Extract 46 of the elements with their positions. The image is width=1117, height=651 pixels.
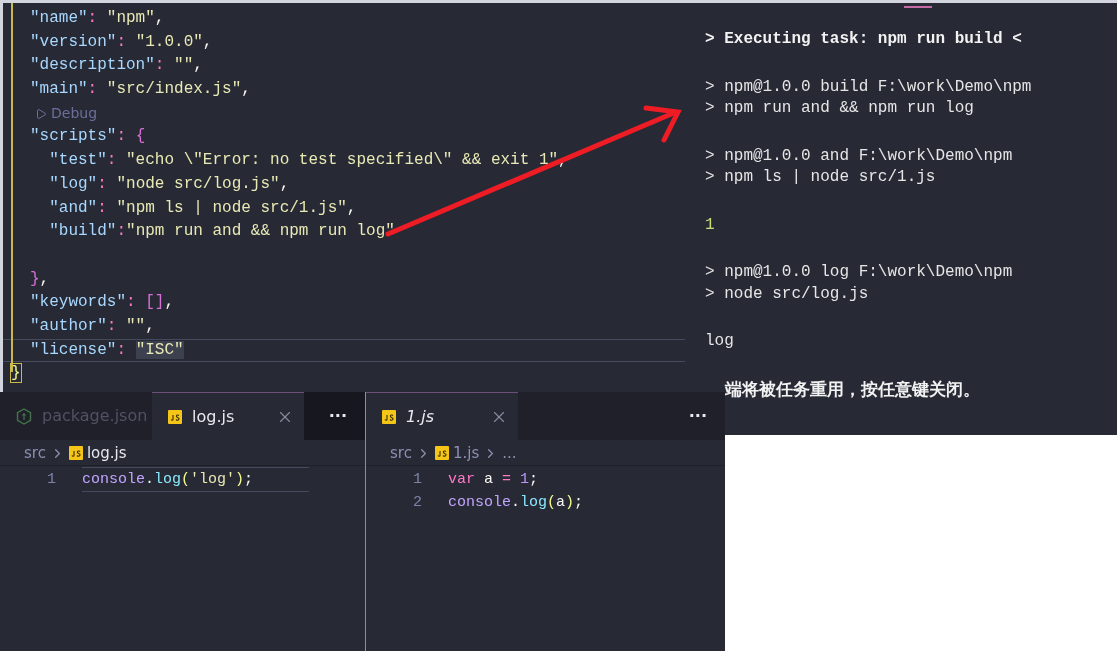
code-line: "keywords": [], <box>30 292 175 314</box>
debug-link[interactable]: Debug <box>51 101 98 126</box>
terminal-line: 端将被任务重用，按任意键关闭。 <box>723 378 981 400</box>
line-number: 2 <box>412 493 423 513</box>
breadcrumb-item[interactable]: 1.js <box>452 441 480 465</box>
line-number: 1 <box>46 470 57 490</box>
code-line: "version": "1.0.0", <box>30 31 213 53</box>
breadcrumb-item[interactable]: log.js <box>86 441 127 465</box>
terminal-line: > npm@1.0.0 and F:\work\Demo\npm <box>705 145 1014 167</box>
code-line: "name": "npm", <box>30 8 165 29</box>
play-icon <box>35 107 47 120</box>
terminal-line: > npm@1.0.0 log F:\work\Demo\npm <box>705 262 1014 283</box>
js-file-icon <box>382 409 396 424</box>
line-number: 1 <box>412 470 423 490</box>
js-file-icon <box>168 409 182 424</box>
editor-tab[interactable]: 1.js <box>366 392 518 440</box>
code-line: console.log('log'); <box>82 467 309 492</box>
terminal-line: > npm ls | node src/1.js <box>705 167 937 188</box>
more-actions-button[interactable]: ··· <box>328 404 347 428</box>
editor-tab[interactable]: log.js <box>152 392 304 440</box>
breadcrumb-item[interactable]: src <box>24 441 46 465</box>
code-line: } <box>11 363 21 385</box>
tab-indicator <box>904 6 932 8</box>
code-line: "license": "ISC" <box>30 339 184 361</box>
js-file-icon <box>68 446 83 460</box>
hexagon-icon <box>16 407 32 425</box>
breadcrumb-item[interactable]: src <box>390 441 412 465</box>
code-line: }, <box>30 268 50 290</box>
code-line: "and": "npm ls | node src/1.js", <box>48 197 357 219</box>
code-line: var a = 1; <box>448 470 539 490</box>
terminal-line: > node src/log.js <box>705 283 870 305</box>
code-line: "author": "", <box>30 315 155 337</box>
code-line: "main": "src/index.js", <box>30 79 251 101</box>
breadcrumb-item[interactable]: ... <box>502 441 517 465</box>
code-line: "description": "", <box>30 55 203 77</box>
terminal-line: > Executing task: npm run build < <box>705 29 1023 50</box>
terminal-line: 1 <box>705 214 716 236</box>
more-actions-button[interactable]: ··· <box>688 404 707 428</box>
code-line: "scripts": { <box>30 126 146 148</box>
terminal-line: log <box>705 331 735 352</box>
terminal-line: > npm@1.0.0 build F:\work\Demo\npm <box>705 76 1033 98</box>
code-line: "log": "node src/log.js", <box>48 173 290 195</box>
code-line: console.log(a); <box>448 493 584 513</box>
code-line: "build":"npm run and && npm run log" <box>48 221 395 243</box>
js-file-icon <box>434 446 449 460</box>
terminal-line: > npm run and && npm run log <box>705 98 975 119</box>
